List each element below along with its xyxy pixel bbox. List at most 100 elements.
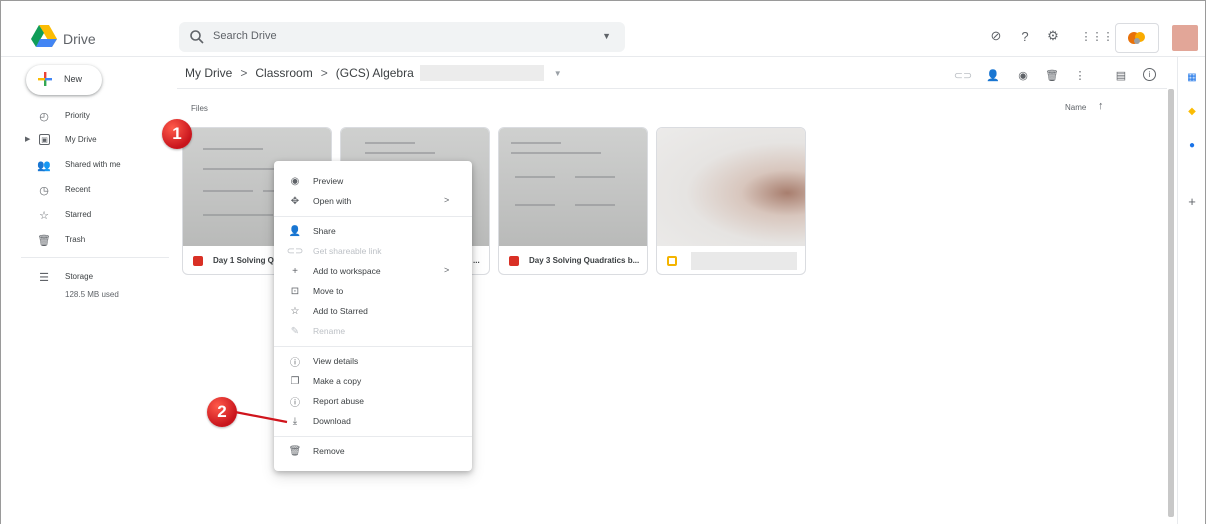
menu-item-share[interactable]: 👤 Share [274, 221, 472, 241]
sidebar-item-recent[interactable]: ◷ Recent [1, 180, 161, 202]
menu-divider [274, 436, 472, 437]
menu-item-report-abuse[interactable]: ⓘ Report abuse [274, 391, 472, 411]
offline-status-icon[interactable]: ⊘ [987, 27, 1005, 45]
folder-menu-caret-icon[interactable]: ▼ [554, 69, 562, 78]
apps-grid-icon[interactable]: ⋮⋮⋮ [1081, 27, 1114, 45]
menu-item-label: Add to Starred [313, 306, 368, 316]
sort-by-name[interactable]: Name [1065, 103, 1086, 112]
sidebar-item-priority[interactable]: ◴ Priority [1, 106, 161, 128]
priority-icon: ◴ [39, 110, 49, 123]
sidebar-item-label: Trash [65, 235, 86, 244]
file-thumbnail [499, 128, 647, 246]
side-panel: ▦ ◆ ● + [1177, 57, 1205, 524]
menu-item-label: Add to workspace [313, 266, 381, 276]
search-input[interactable]: Search Drive [213, 30, 277, 42]
eye-icon[interactable]: ◉ [1015, 67, 1031, 83]
submenu-arrow-icon: > [444, 195, 450, 205]
menu-divider [274, 346, 472, 347]
sidebar-item-shared-with-me[interactable]: 👥 Shared with me [1, 155, 161, 177]
toolbar-divider [177, 88, 1167, 89]
account-avatar[interactable] [1115, 23, 1159, 53]
keep-icon[interactable]: ◆ [1186, 105, 1198, 117]
slides-file-icon [667, 256, 677, 266]
shared-icon: 👥 [37, 159, 51, 172]
menu-item-move-to[interactable]: ⊡ Move to [274, 281, 472, 301]
breadcrumb-item[interactable]: Classroom [255, 66, 312, 80]
account-logo-icon [1128, 32, 1145, 44]
sidebar-item-my-drive[interactable]: ▶ ▣ My Drive [1, 130, 161, 152]
file-name: ... [473, 256, 480, 265]
vertical-scrollbar[interactable] [1168, 89, 1174, 517]
files-section-label: Files [191, 104, 208, 113]
trash-icon: 🗑 [37, 234, 51, 247]
profile-picture[interactable] [1172, 25, 1198, 51]
more-vert-icon[interactable]: ⋮ [1072, 67, 1088, 83]
trash-icon[interactable]: 🗑 [1044, 67, 1060, 83]
breadcrumb-item[interactable]: My Drive [185, 66, 232, 80]
clock-icon: ◷ [39, 184, 49, 197]
menu-item-label: View details [313, 356, 359, 366]
image-file-icon [509, 256, 519, 266]
sidebar-item-storage[interactable]: ☰ Storage [1, 267, 161, 289]
menu-item-open-with[interactable]: ✥ Open with > [274, 191, 472, 211]
link-icon[interactable]: ⊂⊃ [954, 67, 972, 83]
add-addon-icon[interactable]: + [1186, 194, 1198, 209]
menu-item-label: Get shareable link [313, 246, 382, 256]
menu-item-add-to-starred[interactable]: ☆ Add to Starred [274, 301, 472, 321]
menu-item-add-to-workspace[interactable]: + Add to workspace > [274, 261, 472, 281]
tasks-icon[interactable]: ● [1186, 139, 1198, 151]
plus-icon: + [292, 265, 298, 277]
sidebar-item-label: Priority [65, 111, 90, 120]
search-icon [190, 30, 204, 44]
menu-item-remove[interactable]: 🗑 Remove [274, 441, 472, 461]
sidebar-item-label: Starred [65, 210, 92, 219]
file-card[interactable]: Day 3 Solving Quadratics b... [498, 127, 648, 275]
copy-icon: ❐ [290, 375, 300, 387]
step-badge-1: 1 [162, 119, 192, 149]
new-button-label: New [64, 74, 83, 84]
redacted-text [419, 65, 544, 81]
search-options-icon[interactable]: ▼ [602, 31, 611, 41]
storage-used-text: 128.5 MB used [65, 290, 119, 299]
eye-icon: ◉ [290, 175, 300, 187]
info-icon[interactable]: i [1143, 68, 1156, 81]
menu-item-make-a-copy[interactable]: ❐ Make a copy [274, 371, 472, 391]
new-button[interactable]: New [26, 65, 102, 95]
sidebar-divider [21, 257, 169, 258]
calendar-icon[interactable]: ▦ [1186, 71, 1198, 83]
share-person-icon[interactable]: 👤 [985, 67, 1001, 83]
menu-item-download[interactable]: ⤓ Download [274, 411, 472, 431]
sidebar-item-label: Shared with me [65, 160, 121, 169]
menu-item-label: Download [313, 416, 351, 426]
sidebar-item-starred[interactable]: ☆ Starred [1, 205, 161, 227]
settings-icon[interactable]: ⚙ [1044, 27, 1062, 45]
menu-item-label: Report abuse [313, 396, 365, 406]
share-person-icon: 👤 [288, 225, 302, 237]
drive-logo-icon[interactable] [31, 25, 57, 47]
search-bar[interactable]: Search Drive ▼ [179, 22, 625, 52]
list-view-icon[interactable]: ▤ [1113, 67, 1129, 83]
sidebar-item-trash[interactable]: 🗑 Trash [1, 230, 161, 252]
expand-arrow-icon[interactable]: ▶ [25, 135, 30, 143]
trash-icon: 🗑 [288, 445, 302, 457]
menu-item-label: Remove [313, 446, 345, 456]
sidebar-item-label: Storage [65, 272, 94, 281]
storage-icon: ☰ [39, 271, 49, 284]
top-header: Drive Search Drive ▼ ⊘ ? ⚙ ⋮⋮⋮ [1, 1, 1205, 57]
menu-item-label: Share [313, 226, 336, 236]
menu-item-label: Open with [313, 196, 352, 206]
breadcrumb-separator: > [240, 66, 248, 80]
app-title: Drive [63, 31, 96, 47]
file-card[interactable] [656, 127, 806, 275]
sort-direction-icon[interactable]: ↑ [1098, 100, 1104, 112]
my-drive-icon: ▣ [39, 134, 50, 145]
breadcrumb-item-current[interactable]: (GCS) Algebra [336, 66, 414, 80]
submenu-arrow-icon: > [444, 265, 450, 275]
redacted-file-name [691, 252, 797, 270]
menu-item-preview[interactable]: ◉ Preview [274, 171, 472, 191]
file-thumbnail [657, 128, 805, 246]
help-icon[interactable]: ? [1016, 27, 1034, 45]
menu-item-view-details[interactable]: ⓘ View details [274, 351, 472, 371]
pencil-icon: ✎ [290, 325, 300, 337]
star-icon: ☆ [39, 209, 49, 222]
